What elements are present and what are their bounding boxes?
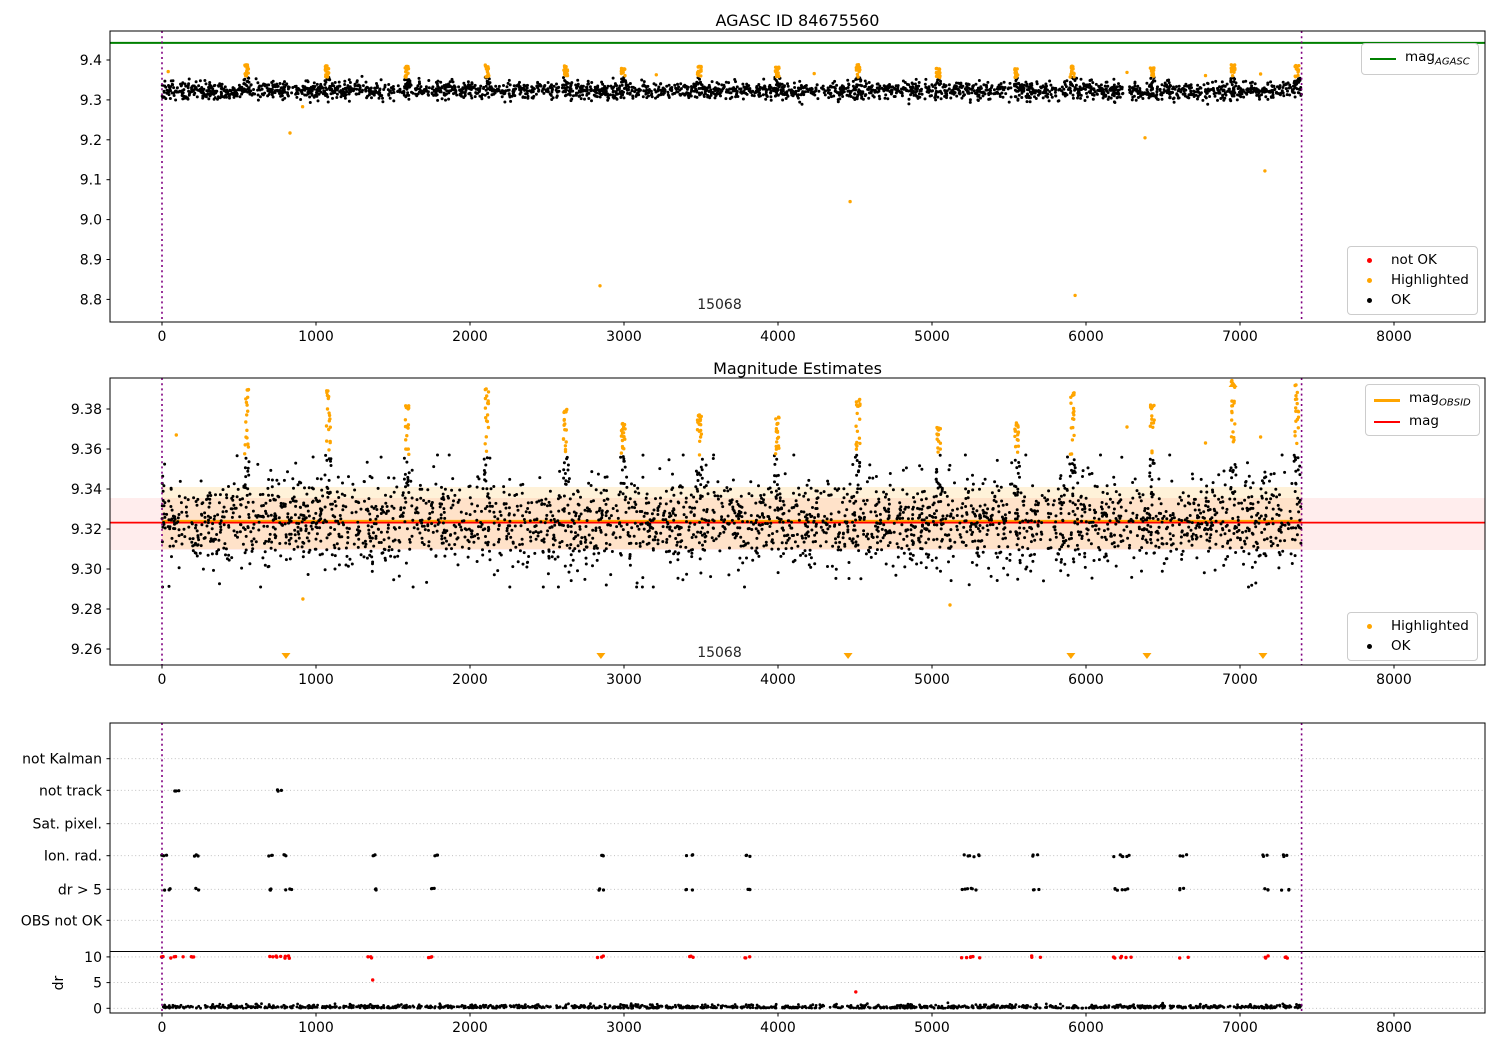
x-tick-label: 2000 [452,1020,488,1036]
panel1-obsid-label: 15068 [697,297,742,313]
x-tick-label: 8000 [1376,1020,1412,1036]
y-tick-label: 9.26 [71,642,102,658]
y-tick-label: 9.0 [80,213,102,229]
x-tick-label: 5000 [914,1020,950,1036]
legend-label: mag [1409,413,1439,430]
flag-points [160,788,1291,892]
x-tick-label: 5000 [914,672,950,688]
panel1-legend-points: not OK Highlighted OK [1347,246,1478,315]
x-tick-label: 1000 [298,672,334,688]
panel3-frame [109,722,1486,1014]
legend-entry: Highlighted [1354,618,1469,635]
flag-category-label: dr > 5 [58,882,102,898]
x-tick-label: 4000 [760,1020,796,1036]
y-tick-label: 9.32 [71,522,102,538]
y-tick-label: 9.1 [80,173,102,189]
y-tick-label: 9.2 [80,133,102,149]
chart-canvas: 1506815068dr0 1000 2000 3000 4000 5000 6000 700… [21,30,1486,1036]
x-tick-label: 0 [158,672,167,688]
panel1-ok-points [160,74,1303,106]
legend-label: magOBSID [1409,390,1471,409]
panel1-frame [109,30,1486,323]
x-tick-label: 0 [158,1020,167,1036]
dr-tick-label: 10 [84,950,102,966]
legend-label: OK [1391,637,1411,654]
legend-dot-swatch [1354,623,1384,629]
y-tick-label: 8.9 [80,253,102,269]
legend-entry: OK [1354,292,1469,309]
y-tick-label: 9.38 [71,402,102,418]
x-tick-label: 7000 [1222,329,1258,345]
y-tick-label: 9.3 [80,93,102,109]
legend-entry: not OK [1354,252,1469,269]
x-tick-label: 8000 [1376,329,1412,345]
dr-ok-points [161,1001,1303,1010]
panel2-legend-lines: magOBSID mag [1365,384,1480,437]
x-tick-label: 5000 [914,329,950,345]
panel1-legend-lines: magAGASC [1361,43,1479,76]
y-tick-label: 9.36 [71,442,102,458]
legend-line-swatch [1372,420,1402,423]
y-tick-label: 9.28 [71,602,102,618]
legend-dot-swatch [1354,297,1384,303]
dr-tick-label: 0 [93,1001,102,1017]
legend-line-swatch [1372,398,1402,402]
x-tick-label: 3000 [606,329,642,345]
x-tick-label: 2000 [452,329,488,345]
x-tick-label: 6000 [1068,672,1104,688]
x-tick-label: 2000 [452,672,488,688]
flag-category-label: OBS not OK [21,913,103,929]
x-tick-label: 3000 [606,672,642,688]
y-tick-label: 9.30 [71,562,102,578]
legend-label: Highlighted [1391,271,1469,288]
panel2-obsid-label: 15068 [697,645,742,661]
legend-entry: magAGASC [1368,49,1470,69]
x-tick-label: 6000 [1068,329,1104,345]
y-tick-label: 9.4 [80,53,102,69]
panel2-legend-points: Highlighted OK [1347,612,1478,661]
legend-label: not OK [1391,252,1437,268]
x-tick-label: 3000 [606,1020,642,1036]
x-tick-label: 1000 [298,329,334,345]
legend-label: Highlighted [1391,618,1469,634]
x-tick-label: 4000 [760,672,796,688]
legend-entry: magOBSID [1372,390,1471,410]
panel1-title: AGASC ID 84675560 [715,11,880,30]
legend-entry: mag [1372,413,1471,430]
legend-label: magAGASC [1405,49,1470,68]
legend-line-swatch [1368,58,1398,61]
x-tick-label: 6000 [1068,1020,1104,1036]
dr-not-ok-points [159,954,1290,994]
legend-dot-swatch [1354,277,1384,283]
x-tick-label: 8000 [1376,672,1412,688]
dr-tick-label: 5 [93,976,102,992]
legend-entry: OK [1354,638,1469,655]
y-tick-label: 8.8 [80,292,102,308]
legend-dot-swatch [1354,643,1384,649]
figure: 15068 15068 dr 0 1000 2000 3000 4000 5000 6000 700… [0,0,1500,1050]
flag-category-label: not track [39,783,103,799]
x-tick-label: 7000 [1222,1020,1258,1036]
x-tick-label: 1000 [298,1020,334,1036]
legend-dot-swatch [1354,257,1384,263]
panel2-title: Magnitude Estimates [713,359,882,378]
x-tick-label: 0 [158,329,167,345]
flag-category-label: Sat. pixel. [33,817,102,833]
legend-label: OK [1391,291,1411,308]
flag-category-label: Ion. rad. [44,849,102,865]
dr-axis-label: dr [51,975,67,990]
legend-entry: Highlighted [1354,272,1469,289]
x-tick-label: 4000 [760,329,796,345]
y-tick-label: 9.34 [71,482,102,498]
flag-category-label: not Kalman [22,752,102,768]
x-tick-label: 7000 [1222,672,1258,688]
